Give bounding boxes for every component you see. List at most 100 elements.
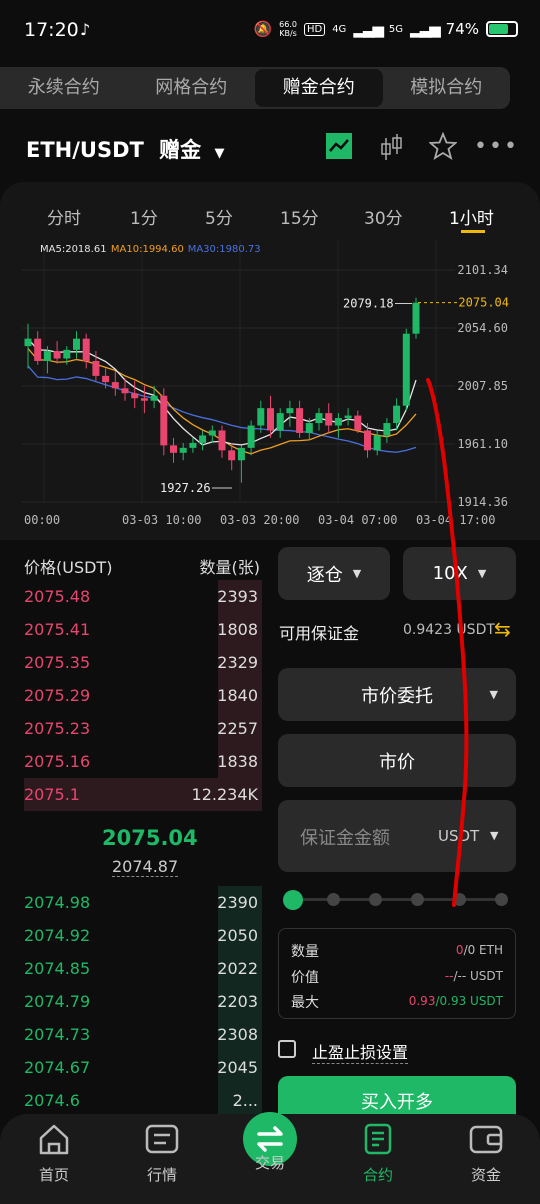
candle-body <box>412 302 420 334</box>
candle-body <box>82 338 90 361</box>
tab-simulated[interactable]: 模拟合约 <box>383 67 511 109</box>
bid-row[interactable]: 2074.85 2022 <box>24 952 262 985</box>
signal-bars-icon: ▂▃▅ <box>353 20 384 38</box>
candle-body <box>24 338 32 347</box>
ask-row[interactable]: 2075.41 1808 <box>24 613 262 646</box>
candle-body <box>296 408 304 433</box>
order-qty: 2022 <box>217 959 258 978</box>
order-price: 2074.85 <box>24 959 91 978</box>
qty-value: 0/0 ETH <box>455 943 503 957</box>
bid-row[interactable]: 2074.73 2308 <box>24 1018 262 1051</box>
bid-row[interactable]: 2074.67 2045 <box>24 1051 262 1084</box>
candle-body <box>189 442 197 448</box>
candle-body <box>344 415 352 419</box>
candle-body <box>257 408 265 426</box>
x-tick-label: 03-03 10:00 <box>122 513 201 527</box>
slider-handle[interactable] <box>283 890 303 910</box>
ask-row[interactable]: 2075.29 1840 <box>24 679 262 712</box>
max-value: 0.93/0.93 USDT <box>408 994 503 1008</box>
tab-grid[interactable]: 网格合约 <box>128 67 256 109</box>
margin-mode-select[interactable]: 逐仓 ▼ <box>278 547 390 600</box>
timeframe-5m[interactable]: 5分 <box>205 204 233 229</box>
ask-row[interactable]: 2075.1 12.234K <box>24 778 262 811</box>
tpsl-checkbox[interactable] <box>278 1040 296 1058</box>
candle-body <box>131 393 139 399</box>
candlestick-icon[interactable] <box>380 132 404 162</box>
bid-row[interactable]: 2074.92 2050 <box>24 919 262 952</box>
tab-perpetual[interactable]: 永续合约 <box>0 67 128 109</box>
timeframe-15m[interactable]: 15分 <box>280 204 319 229</box>
y-tick-label: 2054.60 <box>457 321 508 335</box>
order-qty: 1840 <box>217 686 258 705</box>
slider-step[interactable] <box>495 893 508 906</box>
contract-tabs: 永续合约 网格合约 赠金合约 模拟合约 <box>0 67 510 109</box>
bid-row[interactable]: 2074.98 2390 <box>24 886 262 919</box>
market-icon <box>145 1124 179 1154</box>
ask-row[interactable]: 2075.23 2257 <box>24 712 262 745</box>
order-price: 2075.35 <box>24 653 91 672</box>
signal-4g: 4G <box>332 23 347 35</box>
order-qty: 2045 <box>217 1058 258 1077</box>
star-icon[interactable] <box>429 132 457 162</box>
ask-row[interactable]: 2075.48 2393 <box>24 580 262 613</box>
candle-body <box>34 338 42 361</box>
order-price: 2074.73 <box>24 1025 91 1044</box>
nav-funds[interactable]: 资金 <box>446 1122 526 1185</box>
candle-body <box>373 435 381 451</box>
tpsl-label[interactable]: 止盈止损设置 <box>312 1039 409 1064</box>
order-price: 2074.98 <box>24 893 91 912</box>
order-type-select[interactable]: 市价委托 ▼ <box>278 668 516 721</box>
candle-body <box>53 351 61 359</box>
high-label: 2079.18 <box>343 296 394 310</box>
nav-trade[interactable]: 交易 <box>230 1148 310 1173</box>
bid-row[interactable]: 2074.79 2203 <box>24 985 262 1018</box>
timeframe-1h[interactable]: 1小时 <box>449 204 494 229</box>
nav-home[interactable]: 首页 <box>14 1122 94 1185</box>
contract-icon <box>364 1123 392 1155</box>
chart-toggle-icon[interactable] <box>326 132 354 162</box>
ma-legend: MA5:2018.61 <box>40 244 107 255</box>
candle-body <box>170 445 177 453</box>
signal-5g: 5G <box>388 23 404 35</box>
order-qty: 12.234K <box>191 785 258 804</box>
order-price: 2074.67 <box>24 1058 91 1077</box>
order-price: 2075.41 <box>24 620 91 639</box>
order-qty: 2257 <box>217 719 258 738</box>
candle-body <box>402 333 410 406</box>
transfer-icon[interactable]: ⇆ <box>494 617 511 641</box>
caret-down-icon[interactable]: ▼ <box>490 829 498 842</box>
timeframe-30m[interactable]: 30分 <box>364 204 403 229</box>
order-summary: 数量 0/0 ETH 价值 --/-- USDT 最大 0.93/0.93 US… <box>278 928 516 1019</box>
nav-contract[interactable]: 合约 <box>338 1122 418 1185</box>
order-price: 2074.6 <box>24 1091 80 1110</box>
candle-body <box>286 408 294 414</box>
clock: 17:20 <box>24 19 79 41</box>
price-field[interactable]: 市价 <box>278 734 516 787</box>
candle-body <box>179 447 187 453</box>
last-price: 2075.04 <box>102 826 198 850</box>
timeframe-line[interactable]: 分时 <box>47 204 81 229</box>
x-tick-label: 00:00 <box>24 513 60 527</box>
ask-row[interactable]: 2075.16 1838 <box>24 745 262 778</box>
bid-row[interactable]: 2074.6 2... <box>24 1084 262 1117</box>
margin-amount-input[interactable]: 保证金金额 USDT ▼ <box>278 800 516 872</box>
value-label: 价值 <box>291 970 319 986</box>
home-icon <box>39 1124 69 1155</box>
tab-bonus[interactable]: 赠金合约 <box>255 69 383 107</box>
candle-body <box>305 423 313 433</box>
qty-label: 数量 <box>291 944 319 960</box>
mark-price[interactable]: 2074.87 <box>112 857 179 877</box>
ma-legend: MA30:1980.73 <box>188 244 261 255</box>
slider-step[interactable] <box>327 893 340 906</box>
pair-mode: 赠金 <box>159 138 202 162</box>
ask-row[interactable]: 2075.35 2329 <box>24 646 262 679</box>
y-tick-label: 2101.34 <box>457 263 508 277</box>
pair-selector[interactable]: ETH/USDT 赠金 ▼ <box>26 134 224 164</box>
more-icon[interactable]: ••• <box>474 134 519 159</box>
slider-step[interactable] <box>369 893 382 906</box>
nav-market[interactable]: 行情 <box>122 1122 202 1185</box>
timeframe-1m[interactable]: 1分 <box>130 204 158 229</box>
candle-body <box>150 395 158 401</box>
red-pen-annotation <box>426 378 469 907</box>
candle-body <box>63 349 71 359</box>
